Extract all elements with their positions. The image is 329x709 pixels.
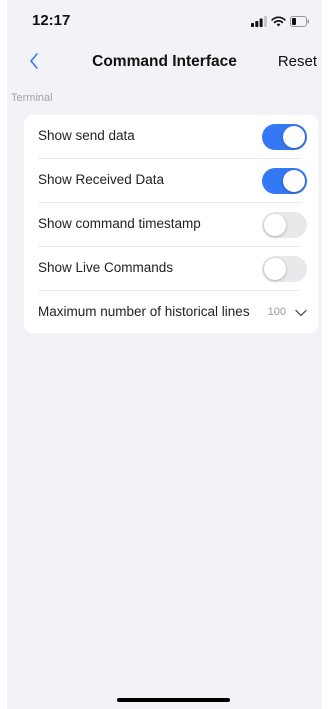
setting-label: Maximum number of historical lines bbox=[38, 304, 250, 319]
settings-screen: 12:17 Command Interface Reset Terminal S… bbox=[7, 0, 322, 709]
setting-label: Show Received Data bbox=[38, 172, 165, 187]
setting-row-show-send-data: Show send data bbox=[24, 115, 318, 159]
status-bar: 12:17 bbox=[7, 0, 322, 40]
toggle-knob bbox=[264, 258, 286, 280]
battery-icon bbox=[290, 14, 310, 32]
setting-row-max-history-lines: Maximum number of historical lines 100 bbox=[24, 291, 318, 335]
chevron-down-icon bbox=[295, 309, 307, 317]
reset-button[interactable]: Reset bbox=[278, 53, 317, 70]
setting-label: Show Live Commands bbox=[38, 260, 174, 275]
signal-icon bbox=[251, 14, 267, 32]
wifi-icon bbox=[271, 14, 286, 32]
setting-label: Show command timestamp bbox=[38, 216, 201, 231]
max-history-lines-select[interactable]: 100 bbox=[248, 291, 318, 335]
toggle-knob bbox=[264, 214, 286, 236]
section-header-terminal: Terminal bbox=[11, 92, 53, 104]
show-command-timestamp-toggle[interactable] bbox=[262, 212, 307, 238]
status-icons bbox=[251, 14, 310, 32]
show-send-data-toggle[interactable] bbox=[262, 124, 307, 150]
status-time: 12:17 bbox=[32, 12, 71, 29]
toggle-knob bbox=[283, 126, 305, 148]
back-button[interactable] bbox=[25, 50, 45, 72]
page-title: Command Interface bbox=[92, 53, 237, 70]
toggle-knob bbox=[283, 170, 305, 192]
setting-row-show-command-timestamp: Show command timestamp bbox=[24, 203, 318, 247]
show-received-data-toggle[interactable] bbox=[262, 168, 307, 194]
show-live-commands-toggle[interactable] bbox=[262, 256, 307, 282]
setting-row-show-live-commands: Show Live Commands bbox=[24, 247, 318, 291]
max-history-lines-value: 100 bbox=[267, 306, 286, 318]
terminal-settings-card: Show send data Show Received Data Show c… bbox=[24, 115, 318, 333]
chevron-left-icon bbox=[30, 53, 38, 69]
setting-row-show-received-data: Show Received Data bbox=[24, 159, 318, 203]
home-indicator bbox=[117, 698, 230, 702]
navigation-bar: Command Interface Reset bbox=[7, 44, 322, 78]
setting-label: Show send data bbox=[38, 128, 135, 143]
